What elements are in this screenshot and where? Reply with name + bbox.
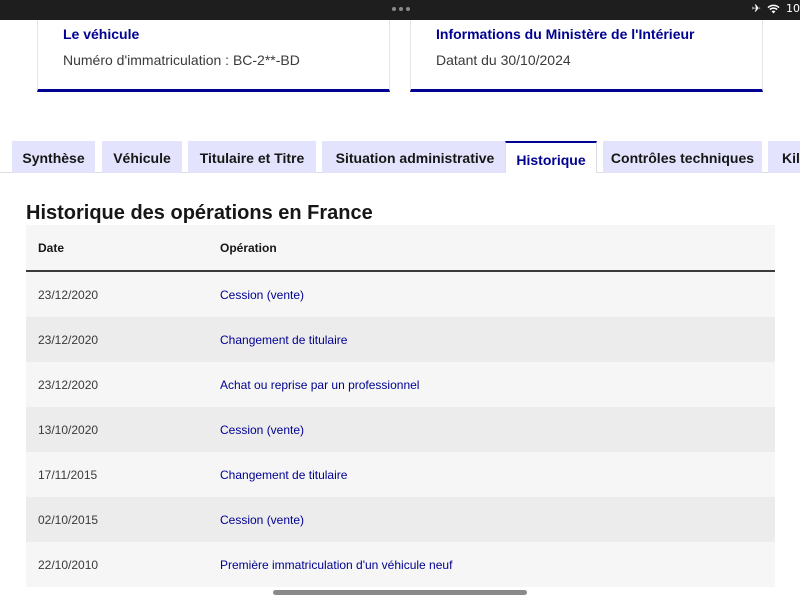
tab-synthese[interactable]: Synthèse — [12, 141, 95, 173]
ministry-card: Informations du Ministère de l'Intérieur… — [410, 20, 763, 92]
tab-vehicule[interactable]: Véhicule — [102, 141, 182, 173]
status-time: 10 — [786, 2, 800, 15]
row-date: 23/12/2020 — [38, 287, 99, 302]
tab-controles-techniques[interactable]: Contrôles techniques — [603, 141, 762, 173]
row-date: 02/10/2015 — [38, 512, 99, 527]
table-row: 23/12/2020 Achat ou reprise par un profe… — [26, 362, 775, 407]
column-header-date: Date — [38, 240, 65, 255]
row-date: 23/12/2020 — [38, 332, 99, 347]
table-row: 23/12/2020 Changement de titulaire — [26, 317, 775, 362]
history-table: Date Opération 23/12/2020 Cession (vente… — [26, 225, 775, 587]
row-date: 23/12/2020 — [38, 377, 99, 392]
row-date: 17/11/2015 — [38, 467, 98, 482]
tab-situation-administrative[interactable]: Situation administrative — [322, 141, 508, 173]
row-operation: Cession (vente) — [220, 512, 305, 527]
home-indicator[interactable] — [273, 590, 527, 595]
status-indicators: ✈ 10 — [752, 2, 800, 15]
table-row: 02/10/2015 Cession (vente) — [26, 497, 775, 542]
tab-kilometrage[interactable]: Kilo — [768, 141, 800, 173]
tab-historique[interactable]: Historique — [505, 141, 597, 173]
row-date: 22/10/2010 — [38, 557, 99, 572]
multitasking-dots-icon[interactable] — [392, 7, 410, 11]
tab-list: Synthèse Véhicule Titulaire et Titre Sit… — [12, 141, 800, 173]
page-title: Historique des opérations en France — [26, 202, 373, 224]
row-operation: Changement de titulaire — [220, 332, 348, 347]
row-operation: Achat ou reprise par un professionnel — [220, 377, 420, 392]
table-header: Date Opération — [26, 225, 775, 272]
row-operation: Première immatriculation d'un véhicule n… — [220, 557, 453, 572]
row-operation: Changement de titulaire — [220, 467, 348, 482]
table-row: 22/10/2010 Première immatriculation d'un… — [26, 542, 775, 587]
data-date: Datant du 30/10/2024 — [436, 52, 571, 68]
airplane-icon: ✈ — [751, 2, 761, 15]
table-row: 23/12/2020 Cession (vente) — [26, 272, 775, 317]
ministry-card-title: Informations du Ministère de l'Intérieur — [436, 26, 695, 42]
column-header-operation: Opération — [220, 240, 277, 255]
wifi-icon — [767, 4, 780, 13]
table-row: 13/10/2020 Cession (vente) — [26, 407, 775, 452]
row-operation: Cession (vente) — [220, 422, 305, 437]
table-body: 23/12/2020 Cession (vente) 23/12/2020 Ch… — [26, 272, 775, 587]
vehicle-card-title: Le véhicule — [63, 26, 140, 42]
row-operation: Cession (vente) — [220, 287, 305, 302]
table-row: 17/11/2015 Changement de titulaire — [26, 452, 775, 497]
status-bar: ✈ 10 — [0, 0, 800, 20]
registration-number: Numéro d'immatriculation : BC-2**-BD — [63, 52, 300, 68]
tab-titulaire-titre[interactable]: Titulaire et Titre — [188, 141, 316, 173]
row-date: 13/10/2020 — [38, 422, 99, 437]
vehicle-card: Le véhicule Numéro d'immatriculation : B… — [37, 20, 390, 92]
